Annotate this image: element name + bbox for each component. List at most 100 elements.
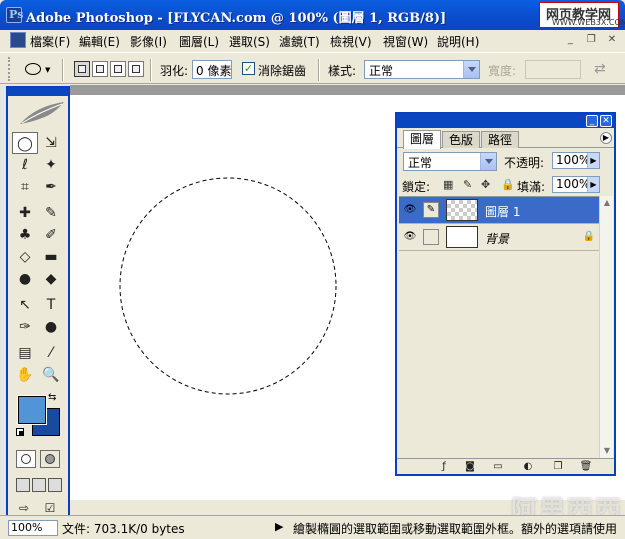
menu-layer[interactable]: 圖層(L) (179, 33, 219, 50)
eye-icon[interactable]: 👁 (402, 202, 418, 218)
lock-all-icon[interactable]: 🔒 (501, 178, 515, 191)
subtract-from-selection-button[interactable] (110, 61, 126, 77)
intersect-selection-button[interactable] (128, 61, 144, 77)
gradient-tool[interactable]: ▬ (38, 246, 64, 268)
pen-tool[interactable]: ✑ (12, 316, 38, 338)
chevron-right-icon[interactable]: ▶ (587, 177, 599, 192)
full-screen-menu-mode-button[interactable] (32, 478, 46, 492)
elliptical-marquee-tool[interactable]: ◯ (12, 132, 38, 154)
clone-stamp-tool[interactable]: ♣ (12, 224, 38, 246)
window-title: Adobe Photoshop - [FLYCAN.com @ 100% (圖層… (26, 11, 447, 26)
new-set-icon[interactable]: ▭ (491, 461, 505, 473)
ellipse-shape-tool[interactable]: ● (38, 316, 64, 338)
lasso-tool[interactable]: ℓ (12, 154, 38, 176)
close-icon[interactable]: ✕ (600, 115, 612, 127)
type-tool[interactable]: T (38, 294, 64, 316)
scroll-down-icon[interactable]: ▼ (600, 444, 614, 458)
eraser-tool[interactable]: ◇ (12, 246, 38, 268)
menu-select[interactable]: 選取(S) (229, 33, 270, 50)
menu-file[interactable]: 檔案(F) (30, 33, 70, 50)
layer-list: 👁 ✎ 圖層 1 👁 背景 🔒 (399, 196, 599, 458)
slice-tool[interactable]: ✒ (38, 176, 64, 198)
blur-tool[interactable]: ● (12, 268, 38, 290)
site-watermark: 网页教学网 WWW.WEB3X.COM (539, 2, 625, 28)
notes-tool[interactable]: ▤ (12, 342, 38, 364)
adjustment-layer-icon[interactable]: ◐ (521, 461, 535, 473)
new-selection-button[interactable] (74, 61, 90, 77)
menu-filter[interactable]: 濾鏡(T) (279, 33, 320, 50)
layer-row-background[interactable]: 👁 背景 🔒 (399, 224, 599, 251)
blend-mode-select[interactable]: 正常 (403, 152, 497, 171)
path-selection-tool[interactable]: ↖ (12, 294, 38, 316)
photoshop-app-icon[interactable]: Ps (6, 7, 23, 23)
default-colors-icon[interactable] (16, 428, 24, 436)
healing-brush-tool[interactable]: ✚ (12, 202, 38, 224)
restore-icon[interactable]: ❐ (584, 33, 598, 47)
menu-view[interactable]: 檢視(V) (330, 33, 372, 50)
tool-preset-picker[interactable]: ▼ (22, 61, 50, 79)
document-icon[interactable] (10, 32, 26, 48)
move-tool[interactable]: ⇲ (38, 132, 64, 154)
feather-input[interactable]: 0 像素 (192, 60, 232, 79)
lock-image-icon[interactable]: ✎ (463, 178, 472, 191)
new-layer-icon[interactable]: ❐ (551, 461, 565, 473)
eye-icon[interactable]: 👁 (402, 229, 418, 245)
add-to-selection-button[interactable] (92, 61, 108, 77)
crop-tool[interactable]: ⌗ (12, 176, 38, 198)
close-icon[interactable]: ✕ (605, 33, 619, 47)
antialias-checkbox[interactable]: ✓ (242, 62, 255, 75)
layer-link-slot[interactable] (423, 229, 439, 245)
standard-mode-button[interactable] (16, 450, 36, 468)
zoom-level-field[interactable]: 100% (8, 520, 58, 536)
imageready-icon[interactable]: ☑ (40, 500, 60, 516)
eyedropper-tool[interactable]: ⁄ (38, 342, 64, 364)
tab-paths[interactable]: 路徑 (481, 131, 520, 148)
adobe-feather-icon[interactable] (18, 100, 66, 126)
menu-image[interactable]: 影像(I) (130, 33, 167, 50)
layer-row-layer1[interactable]: 👁 ✎ 圖層 1 (399, 197, 599, 224)
scroll-up-icon[interactable]: ▲ (600, 196, 614, 210)
style-label: 樣式: (328, 64, 357, 78)
menu-help[interactable]: 說明(H) (437, 33, 479, 50)
opacity-label: 不透明: (504, 156, 545, 170)
magic-wand-tool[interactable]: ✦ (38, 154, 64, 176)
quick-mask-mode-button[interactable] (40, 450, 60, 468)
style-select[interactable]: 正常 (364, 60, 480, 79)
minimize-icon[interactable]: _ (586, 115, 598, 127)
layers-palette-title-bar[interactable]: _ ✕ (397, 114, 614, 128)
tab-channels[interactable]: 色版 (442, 131, 481, 148)
lock-position-icon[interactable]: ✥ (481, 178, 490, 191)
jump-to-imageready-icon[interactable]: ⇨ (14, 500, 34, 516)
history-brush-tool[interactable]: ✐ (38, 224, 64, 246)
add-mask-icon[interactable]: ◙ (463, 461, 477, 473)
tab-layers[interactable]: 圖層 (403, 130, 442, 149)
brush-tool[interactable]: ✎ (38, 202, 64, 224)
minimize-icon[interactable]: _ (563, 33, 577, 47)
brush-link-icon[interactable]: ✎ (423, 202, 439, 218)
layers-scrollbar[interactable]: ▲ ▼ (599, 196, 613, 458)
swap-colors-icon[interactable]: ⇆ (48, 392, 56, 403)
chevron-right-icon[interactable]: ▶ (587, 153, 599, 168)
layer-style-icon[interactable]: ƒ (437, 461, 451, 473)
opacity-input[interactable]: 100% ▶ (552, 152, 600, 169)
document-top-bar (70, 85, 625, 95)
document-size-info: 文件: 703.1K/0 bytes (62, 522, 185, 536)
trash-icon[interactable]: 🗑 (579, 461, 593, 473)
zoom-tool[interactable]: 🔍 (38, 364, 64, 386)
menu-edit[interactable]: 編輯(E) (79, 33, 120, 50)
hand-tool[interactable]: ✋ (12, 364, 38, 386)
full-screen-mode-button[interactable] (48, 478, 62, 492)
options-bar-grip[interactable] (8, 57, 12, 81)
status-menu-icon[interactable]: ▶ (275, 520, 283, 533)
foreground-color-swatch[interactable] (17, 395, 47, 425)
fill-input[interactable]: 100% ▶ (552, 176, 600, 193)
palette-menu-icon[interactable]: ▶ (600, 132, 612, 144)
lock-transparency-icon[interactable]: ▦ (443, 178, 453, 191)
menu-window[interactable]: 視窗(W) (383, 33, 428, 50)
layers-palette-footer: ƒ ◙ ▭ ◐ ❐ 🗑 (397, 458, 614, 474)
divider (318, 59, 320, 81)
standard-screen-mode-button[interactable] (16, 478, 30, 492)
toolbox-title-bar[interactable] (8, 88, 68, 96)
dodge-tool[interactable]: ◆ (38, 268, 64, 290)
divider (150, 59, 152, 81)
